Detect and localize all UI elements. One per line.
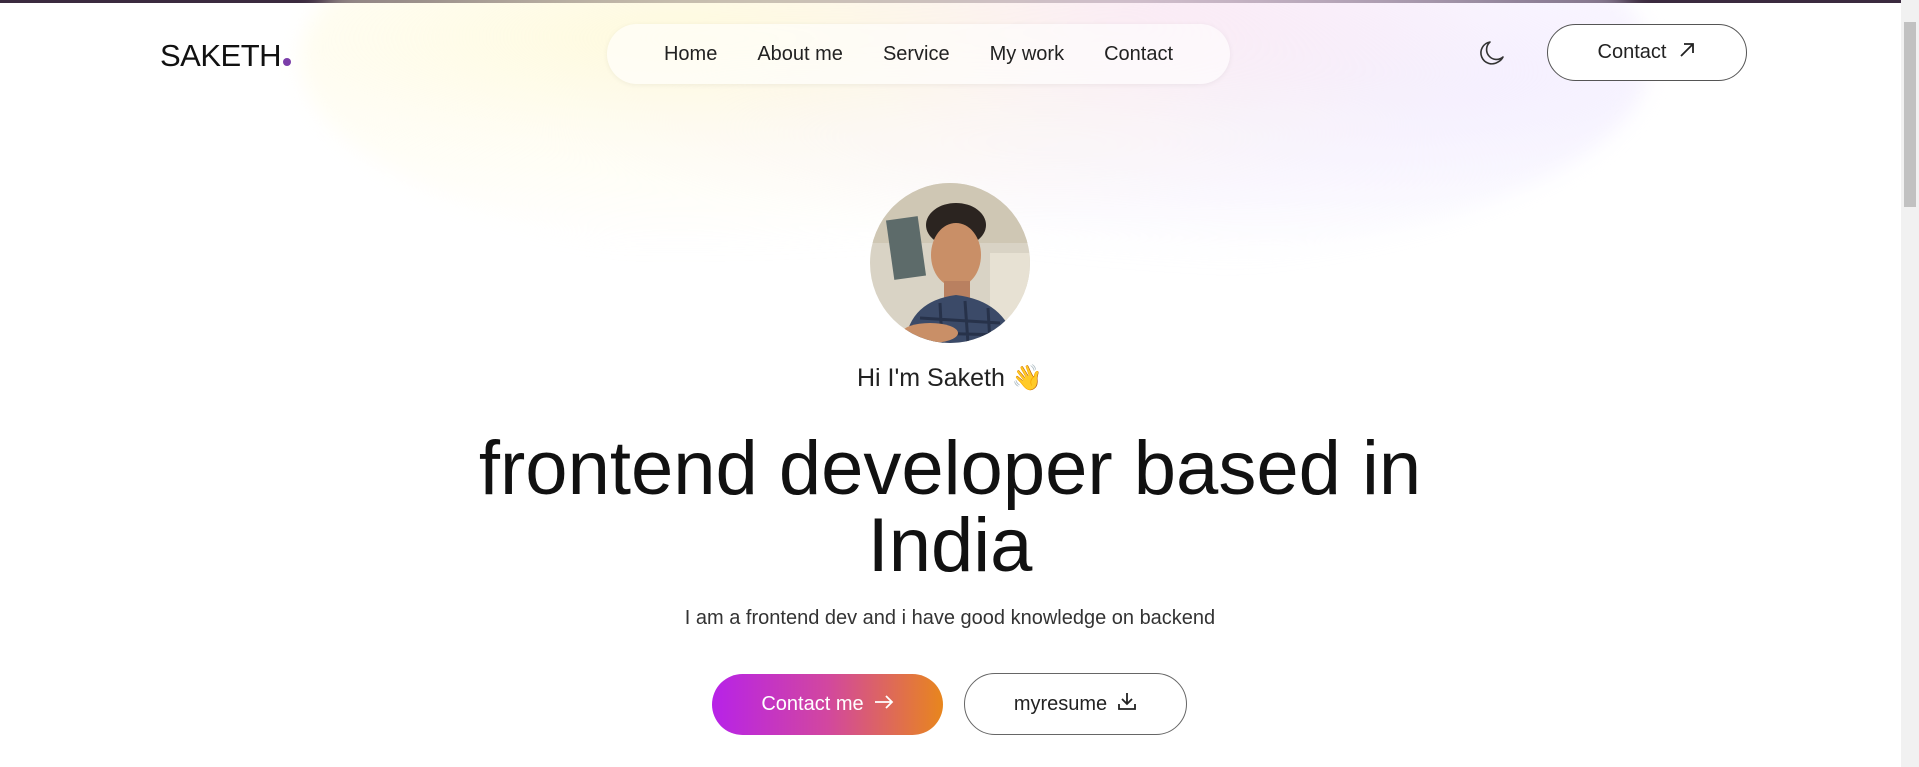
greeting: Hi I'm Saketh 👋 — [0, 364, 1900, 393]
nav-contact[interactable]: Contact — [1104, 43, 1173, 66]
nav-service[interactable]: Service — [883, 43, 950, 66]
resume-button[interactable]: myresume — [964, 673, 1187, 735]
waving-hand-icon: 👋 — [1011, 364, 1043, 392]
main-nav: Home About me Service My work Contact — [607, 24, 1230, 84]
arrow-up-right-icon — [1678, 41, 1696, 65]
avatar — [870, 183, 1030, 343]
contact-me-button[interactable]: Contact me — [712, 674, 943, 735]
nav-about[interactable]: About me — [757, 43, 843, 66]
greeting-text: Hi I'm Saketh — [857, 364, 1005, 392]
nav-home[interactable]: Home — [664, 43, 717, 66]
moon-icon[interactable] — [1477, 38, 1507, 68]
logo-dot — [283, 58, 292, 66]
page-scrollbar[interactable] — [1901, 0, 1919, 767]
contact-button[interactable]: Contact — [1547, 24, 1747, 81]
arrow-right-icon — [874, 693, 894, 716]
scrollbar-thumb[interactable] — [1904, 22, 1916, 207]
resume-label: myresume — [1013, 692, 1108, 715]
logo-text: SAKETH — [160, 38, 282, 73]
contact-button-label: Contact — [1597, 41, 1667, 63]
contact-me-label: Contact me — [761, 693, 864, 715]
download-icon — [1117, 691, 1137, 717]
logo[interactable]: SAKETH — [160, 38, 292, 74]
headline: frontend developer based in India — [478, 426, 1422, 588]
subtitle: I am a frontend dev and i have good know… — [684, 607, 1216, 629]
nav-my-work[interactable]: My work — [990, 43, 1064, 66]
